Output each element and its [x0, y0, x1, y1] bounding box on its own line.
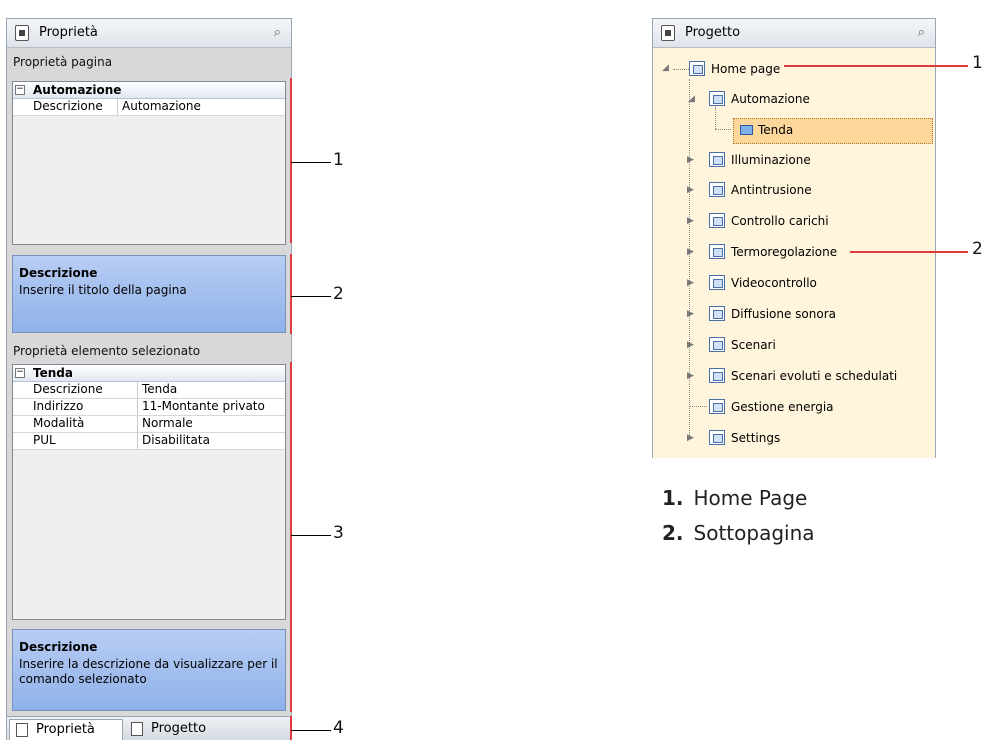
callout-number-2: 2 [972, 239, 983, 259]
page-icon [689, 61, 705, 76]
tree-line [673, 69, 689, 70]
collapsed-arrow-icon[interactable]: ▶ [687, 309, 694, 319]
tree-line [715, 129, 731, 130]
page-icon [709, 275, 725, 290]
callout-line-1 [784, 65, 968, 67]
callout-bar-4 [290, 716, 292, 740]
collapsed-arrow-icon[interactable]: ▶ [687, 433, 694, 443]
grid-row-indirizzo[interactable]: Indirizzo 11-Montante privato [13, 399, 285, 416]
description-title: Descrizione [19, 266, 98, 280]
callout-line-3 [291, 535, 331, 536]
collapsed-arrow-icon[interactable]: ▶ [687, 155, 694, 165]
element-description-box: Descrizione Inserire la descrizione da v… [12, 629, 286, 711]
expanded-arrow-icon[interactable]: ◢ [688, 94, 695, 104]
page-property-grid[interactable]: − Automazione Descrizione Automazione [12, 81, 286, 245]
description-text: Inserire il titolo della pagina [19, 283, 187, 297]
collapsed-arrow-icon[interactable]: ▶ [687, 216, 694, 226]
collapse-icon[interactable]: − [15, 368, 25, 378]
callout-number-1: 1 [972, 53, 983, 73]
grid-row-modalita[interactable]: Modalità Normale [13, 416, 285, 433]
description-title: Descrizione [19, 640, 98, 654]
legend-item-2: 2. Sottopagina [662, 521, 815, 545]
panel-tabs: Proprietà Progetto [7, 716, 291, 740]
callout-bar-2 [290, 254, 292, 334]
callout-line-1 [291, 162, 331, 163]
callout-bar-1 [290, 78, 292, 243]
page-icon [709, 182, 725, 197]
page-icon [709, 213, 725, 228]
callout-bar-3 [290, 362, 292, 712]
collapsed-arrow-icon[interactable]: ▶ [687, 340, 694, 350]
project-icon [661, 25, 675, 41]
tree-line [689, 79, 690, 439]
callout-number-4: 4 [333, 718, 344, 738]
description-text: Inserire la descrizione da visualizzare … [19, 657, 278, 686]
project-panel-title: Progetto [685, 25, 741, 40]
callout-line-2 [291, 296, 331, 297]
callout-line-2 [850, 251, 968, 253]
page-icon [709, 399, 725, 414]
callout-number-1: 1 [333, 150, 344, 170]
grid-row-pul[interactable]: PUL Disabilitata [13, 433, 285, 450]
page-properties-label: Proprietà pagina [13, 55, 113, 69]
element-properties-label: Proprietà elemento selezionato [13, 344, 201, 358]
tree-line [715, 107, 716, 129]
properties-icon [15, 25, 29, 41]
callout-number-2: 2 [333, 284, 344, 304]
pin-icon[interactable]: ⌕ [274, 19, 281, 47]
properties-icon [16, 723, 28, 737]
properties-panel-header: Proprietà ⌕ [7, 19, 291, 48]
collapsed-arrow-icon[interactable]: ▶ [687, 185, 694, 195]
properties-panel-title: Proprietà [39, 25, 98, 40]
page-icon [709, 244, 725, 259]
grid-category-tenda[interactable]: − Tenda [13, 365, 285, 382]
callout-number-3: 3 [333, 523, 344, 543]
tab-proprieta[interactable]: Proprietà [9, 719, 123, 740]
expanded-arrow-icon[interactable]: ◢ [662, 63, 669, 73]
project-panel: Progetto ⌕ ◢ Home page ◢ Automazione Ten… [652, 18, 936, 458]
page-icon [709, 368, 725, 383]
project-icon [131, 722, 143, 736]
collapsed-arrow-icon[interactable]: ▶ [687, 278, 694, 288]
tab-progetto[interactable]: Progetto [125, 719, 235, 739]
collapsed-arrow-icon[interactable]: ▶ [687, 247, 694, 257]
element-property-grid[interactable]: − Tenda Descrizione Tenda Indirizzo 11-M… [12, 364, 286, 620]
page-icon [709, 152, 725, 167]
grid-row-descrizione[interactable]: Descrizione Automazione [13, 99, 285, 116]
page-icon [709, 430, 725, 445]
page-icon [709, 337, 725, 352]
legend-item-1: 1. Home Page [662, 486, 808, 510]
grid-row-descrizione[interactable]: Descrizione Tenda [13, 382, 285, 399]
properties-panel: Proprietà ⌕ Proprietà pagina − Automazio… [6, 18, 292, 740]
collapse-icon[interactable]: − [15, 85, 25, 95]
grid-category-automazione[interactable]: − Automazione [13, 82, 285, 99]
project-panel-header: Progetto ⌕ [653, 19, 935, 48]
collapsed-arrow-icon[interactable]: ▶ [687, 371, 694, 381]
tree-item-tenda[interactable]: Tenda [733, 118, 933, 144]
callout-line-4 [291, 730, 331, 731]
component-icon [740, 125, 753, 135]
pin-icon[interactable]: ⌕ [918, 19, 925, 47]
page-description-box: Descrizione Inserire il titolo della pag… [12, 255, 286, 333]
tree-line [689, 406, 707, 407]
page-icon [709, 91, 725, 106]
page-icon [709, 306, 725, 321]
